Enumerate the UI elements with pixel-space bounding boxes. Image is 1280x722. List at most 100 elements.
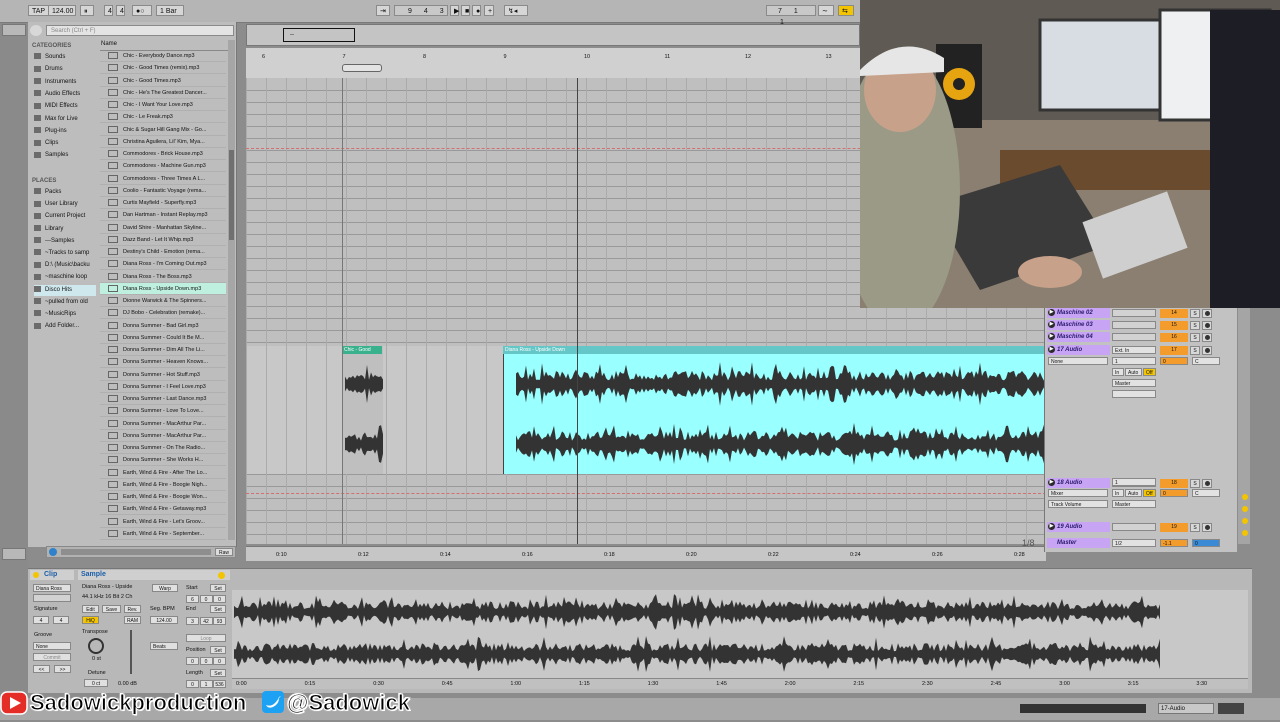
clip-diana-title[interactable]: Diana Ross - Upside Down	[503, 346, 1046, 354]
clip-sig-den[interactable]: 4	[53, 616, 69, 624]
start-value-field[interactable]: 6	[186, 595, 199, 603]
master-name[interactable]: Master	[1047, 538, 1110, 548]
tempo-field[interactable]: 124.00	[48, 5, 76, 16]
position-set-button[interactable]: Set	[210, 646, 226, 654]
track-clip-slot[interactable]	[1112, 309, 1156, 317]
search-icon[interactable]	[30, 25, 42, 36]
file-item[interactable]: Chic - Good Times (remix).mp3	[100, 62, 226, 75]
track-play-icon[interactable]: ▶	[1048, 309, 1055, 316]
clip-name-field[interactable]: Diana Ross	[33, 584, 71, 592]
position-display[interactable]: 9 4 3	[394, 5, 448, 16]
track-17-pan[interactable]: C	[1192, 357, 1220, 365]
position-value-field[interactable]: 0	[213, 657, 226, 665]
track-18-input-select[interactable]: 1	[1112, 478, 1156, 486]
sample-tab[interactable]: Sample	[81, 571, 106, 578]
track-activator[interactable]: 14	[1160, 309, 1188, 318]
track-activator[interactable]: 17	[1160, 346, 1188, 355]
solo-button[interactable]: S	[1190, 523, 1200, 532]
file-item[interactable]: Dan Hartman - Instant Replay.mp3	[100, 209, 226, 222]
mixer-track-maschine-04[interactable]: ▶ Maschine 04 16 S	[1044, 332, 1236, 343]
arm-button[interactable]	[1202, 523, 1212, 532]
metronome-button[interactable]: ●○	[132, 5, 152, 16]
nudge-buttons[interactable]: ⏸	[80, 5, 94, 16]
returns-toggle-icon[interactable]	[1242, 518, 1248, 524]
track-18-monitor-in[interactable]: In	[1112, 489, 1124, 497]
monitor-auto-button[interactable]: Auto	[1125, 368, 1142, 376]
file-item[interactable]: Donna Summer - She Works H...	[100, 454, 226, 467]
clip-chic[interactable]	[342, 346, 383, 474]
input-none-select[interactable]: None	[1048, 357, 1108, 365]
input-channel-select[interactable]: 1	[1112, 357, 1156, 365]
groove-select[interactable]: None	[33, 642, 71, 650]
loop-button[interactable]: Loop	[186, 634, 226, 642]
file-item[interactable]: Diana Ross - The Boss.mp3	[100, 271, 226, 283]
file-item[interactable]: Chic - Le Freak.mp3	[100, 111, 226, 124]
start-set-button[interactable]: Set	[210, 584, 226, 592]
file-item[interactable]: Commodores - Brick House.mp3	[100, 148, 226, 160]
place-item-2[interactable]: Current Project	[34, 211, 96, 222]
track-name[interactable]: ▶ Maschine 03	[1047, 320, 1110, 330]
clip-color-chooser[interactable]	[33, 594, 71, 602]
arm-button[interactable]	[1202, 479, 1212, 488]
file-item[interactable]: Curtis Mayfield - Superfly.mp3	[100, 197, 226, 209]
file-item[interactable]: Chic - Everybody Dance.mp3	[100, 50, 226, 62]
sample-waveform-editor[interactable]	[232, 590, 1248, 686]
save-button[interactable]: Save	[102, 605, 121, 613]
length-value-field[interactable]: 0	[186, 680, 199, 688]
file-item[interactable]: Donna Summer - Heaven Knows...	[100, 356, 226, 369]
track-clip-slot[interactable]	[1112, 523, 1156, 531]
length-value-field[interactable]: 536	[213, 680, 226, 688]
end-value-field[interactable]: 42	[199, 617, 213, 625]
detune-field[interactable]: 0 ct	[84, 679, 108, 687]
place-item-8[interactable]: Disco Hits	[34, 284, 96, 296]
file-item[interactable]: DJ Bobo - Celebration (remake)...	[100, 307, 226, 320]
track-18-pan[interactable]: C	[1192, 489, 1220, 497]
file-item[interactable]: Chic - He's The Greatest Dancer...	[100, 87, 226, 99]
sig-num-field[interactable]: 4	[104, 5, 113, 16]
output-channel-select[interactable]	[1112, 390, 1156, 398]
clip-box-toggle-icon[interactable]	[33, 572, 39, 578]
hiq-button[interactable]: HiQ	[82, 616, 99, 624]
arm-button[interactable]	[1202, 333, 1212, 342]
category-item-max-for-live[interactable]: Max for Live	[34, 114, 96, 125]
end-value-field[interactable]: 3	[186, 617, 199, 625]
track-18-volume[interactable]: 0	[1160, 489, 1188, 497]
category-item-audio-effects[interactable]: Audio Effects	[34, 89, 96, 100]
track-activator[interactable]: 16	[1160, 333, 1188, 342]
monitor-off-button[interactable]: Off	[1143, 368, 1156, 376]
end-set-button[interactable]: Set	[210, 605, 226, 613]
file-item[interactable]: Earth, Wind & Fire - Boogie Nigh...	[100, 479, 226, 491]
track-name[interactable]: ▶ 18 Audio	[1047, 478, 1110, 488]
file-item[interactable]: Donna Summer - On The Radio...	[100, 442, 226, 454]
start-value-field[interactable]: 0	[199, 595, 213, 603]
file-item[interactable]: Earth, Wind & Fire - Getaway.mp3	[100, 503, 226, 516]
length-set-button[interactable]: Set	[210, 669, 226, 677]
track-play-icon[interactable]: ▶	[1048, 523, 1055, 530]
launch-next-button[interactable]: >>	[54, 665, 71, 673]
browser-search-input[interactable]: Search (Ctrl + F)	[46, 25, 234, 36]
overview-bar[interactable]: --	[246, 24, 860, 46]
track-name[interactable]: ▶ Maschine 02	[1047, 308, 1110, 318]
browser-scroll-thumb[interactable]	[229, 150, 234, 240]
file-item[interactable]: Diana Ross - I'm Coming Out.mp3	[100, 258, 226, 271]
preview-icon[interactable]	[49, 548, 57, 556]
clip-diana-ross[interactable]	[503, 346, 1046, 474]
clip-sig-num[interactable]: 4	[33, 616, 49, 624]
file-item[interactable]: Donna Summer - Could It Be M...	[100, 332, 226, 344]
category-item-instruments[interactable]: Instruments	[34, 77, 96, 88]
preview-waveform[interactable]	[61, 549, 211, 555]
length-value-field[interactable]: 1	[199, 680, 213, 688]
raw-button[interactable]: Raw	[215, 548, 233, 556]
place-item-6[interactable]: D:\ (Music\backu	[34, 260, 96, 271]
track-play-icon[interactable]: ▶	[1048, 479, 1055, 486]
stop-button[interactable]: ■	[461, 5, 470, 16]
file-item[interactable]: Donna Summer - MacArthur Par...	[100, 430, 226, 442]
category-item-plug-ins[interactable]: Plug-ins	[34, 126, 96, 137]
track-play-icon[interactable]: ▶	[1048, 321, 1055, 328]
ram-button[interactable]: RAM	[124, 616, 141, 624]
track-name[interactable]: ▶ Maschine 04	[1047, 332, 1110, 342]
file-item[interactable]: Christina Aguilera, Lil' Kim, Mya...	[100, 136, 226, 148]
solo-button[interactable]: S	[1190, 321, 1200, 330]
loop-brace[interactable]	[342, 64, 382, 72]
mixer-track-maschine-02[interactable]: ▶ Maschine 02 14 S	[1044, 308, 1236, 319]
